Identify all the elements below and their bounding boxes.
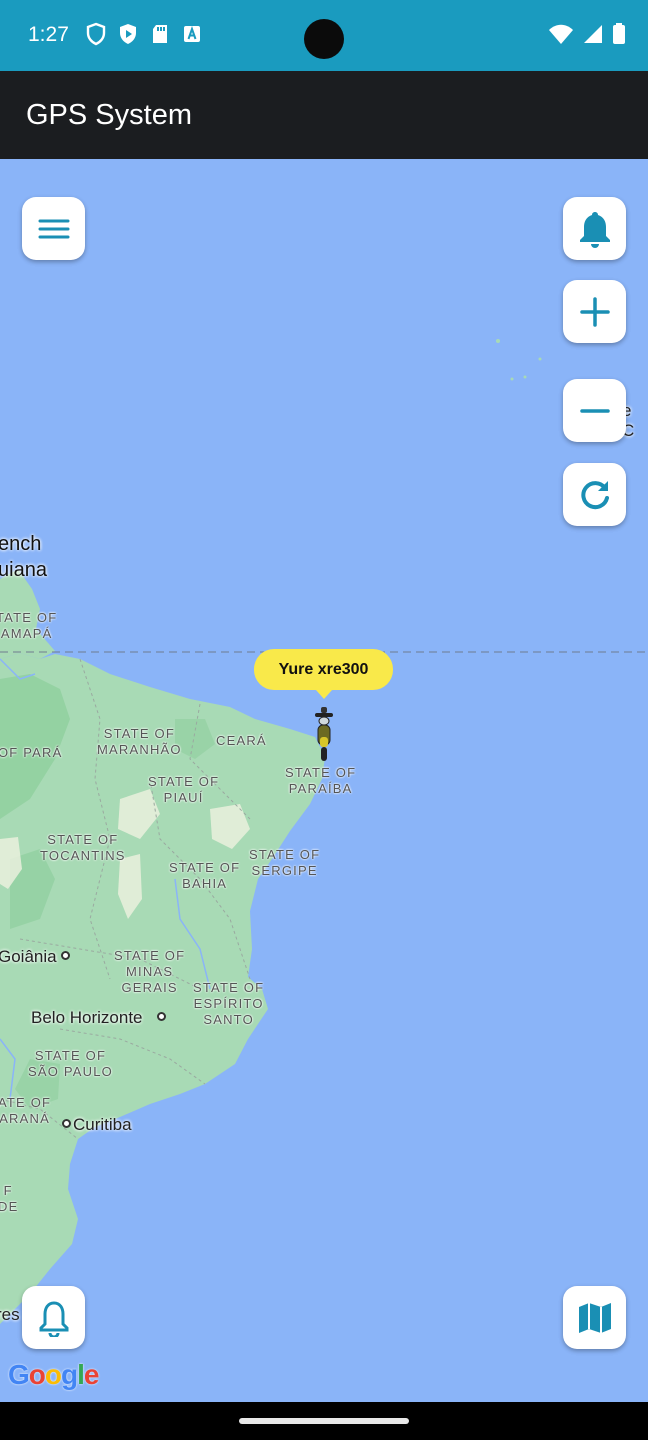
map-label-amapa: TATE OF AMAPÁ [0,610,57,642]
map-label-south-state: F DE [0,1183,18,1215]
map-label-line: STATE OF [148,774,220,789]
map-label-line: STATE OF [169,860,241,875]
map-label-line: uiana [0,559,47,581]
map-label-line: ARANÁ [0,1111,50,1126]
map-label-line: STATE OF [285,765,357,780]
map-city-goiania: Goiânia [0,947,57,966]
map-label-sergipe: STATE OF SERGIPE [249,847,320,879]
motorcycle-icon[interactable] [312,707,336,763]
map-label-line: MINAS [126,964,174,979]
city-dot-icon [61,951,70,960]
map-label-line: F [3,1183,13,1198]
zoom-out-button[interactable] [563,379,626,442]
notifications-button[interactable] [563,197,626,260]
map-label-line: STATE OF [47,832,119,847]
map-label-line: STATE OF [114,948,186,963]
google-logo: Google [8,1359,99,1390]
menu-button[interactable] [22,197,85,260]
map-label-line: MARANHÃO [97,742,182,757]
system-nav-bar [0,1402,648,1440]
map-label-line: TOCANTINS [40,848,126,863]
map-label-french-guiana: ench uiana [0,531,47,583]
map-label-line: ATE OF [0,1095,52,1110]
map-label-line: PIAUÍ [163,790,204,805]
map-type-button[interactable] [563,1286,626,1349]
app-title: GPS System [26,99,192,131]
status-icons-left [86,22,202,46]
map-label-line: ench [0,533,42,555]
map-label-line: STATE OF [34,1048,107,1063]
bell-outline-icon [39,1300,68,1337]
map-city-belo-horizonte: Belo Horizonte [31,1008,143,1027]
map-label-piaui: STATE OF PIAUÍ [148,774,219,806]
map-label-line: ESPÍRITO [193,996,264,1011]
map-label-line: SERGIPE [251,863,318,878]
status-time: 1:27 [28,23,69,46]
map-label-bahia: STATE OF BAHIA [169,860,240,892]
map-label-line: STATE OF [193,980,265,995]
map-label-ceara: CEARÁ [216,733,267,748]
menu-icon [38,219,69,238]
map-label-line: GERAIS [121,980,178,995]
font-a-icon [184,25,200,42]
map-label-line: BAHIA [182,876,228,891]
map-city-curitiba: Curitiba [73,1115,132,1134]
map-city-edge-label: res [0,1305,20,1324]
map-label-sao-paulo: STATE OF SÃO PAULO [28,1048,113,1080]
signal-icon [584,25,602,43]
map-label-line: TATE OF [0,610,58,625]
battery-icon [613,23,625,44]
city-dot-icon [157,1012,166,1021]
home-gesture-handle[interactable] [239,1418,409,1424]
map-label-espirito-santo: STATE OF ESPÍRITO SANTO [193,980,264,1028]
status-icons-right [548,22,626,46]
map-label-line: SÃO PAULO [28,1064,113,1079]
map-label-line: SANTO [203,1012,254,1027]
map-label-paraiba: STATE OF PARAÍBA [285,765,356,797]
map-label-line: AMAPÁ [0,626,53,641]
bell-icon [579,211,610,248]
map-label-minas-gerais: STATE OF MINAS GERAIS [114,948,185,996]
map-view[interactable]: ench uiana TATE OF AMAPÁ OF PARÁ STATE O… [0,159,648,1402]
camera-cutout [304,19,344,59]
minus-icon [579,408,610,413]
map-label-para: OF PARÁ [0,745,63,760]
play-protect-icon [120,24,136,44]
alerts-button[interactable] [22,1286,85,1349]
map-label-parana: ATE OF ARANÁ [0,1095,51,1127]
city-dot-icon [62,1119,71,1128]
map-label-maranhao: STATE OF MARANHÃO [97,726,182,758]
refresh-button[interactable] [563,463,626,526]
map-label-line: PARAÍBA [288,781,353,796]
map-label-line: STATE OF [103,726,175,741]
wifi-icon [549,24,573,44]
vehicle-label-bubble[interactable]: Yure xre300 [254,649,393,699]
map-icon [578,1302,611,1333]
map-label-line: STATE OF [249,847,321,862]
refresh-icon [580,480,609,509]
zoom-in-button[interactable] [563,280,626,343]
map-label-tocantins: STATE OF TOCANTINS [40,832,126,864]
app-bar: GPS System [0,71,648,159]
shield-icon [86,22,106,46]
map-label-line: DE [0,1199,19,1214]
plus-icon [579,296,610,327]
sd-card-icon [153,25,167,43]
status-bar: 1:27 [0,0,648,71]
